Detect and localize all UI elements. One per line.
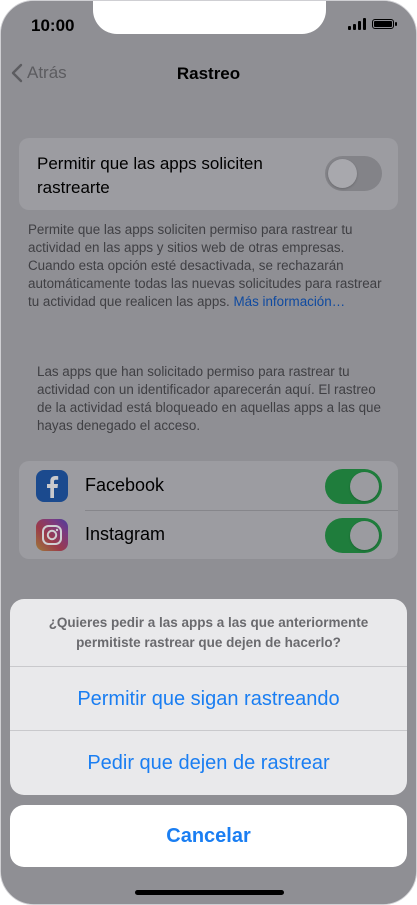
apps-description: Las apps que han solicitado permiso para… <box>37 364 381 433</box>
instagram-tracking-toggle[interactable] <box>325 518 382 553</box>
cancel-button[interactable]: Cancelar <box>10 805 407 867</box>
action-sheet: ¿Quieres pedir a las apps a las que ante… <box>10 599 407 795</box>
ask-stop-tracking-button[interactable]: Pedir que dejen de rastrear <box>10 731 407 795</box>
phone-frame: 10:00 Atrás Rastreo Permitir que las app… <box>0 0 417 905</box>
apps-list: Facebook Instagram <box>19 461 398 559</box>
allow-tracking-requests-toggle[interactable] <box>325 156 382 191</box>
toggle-knob <box>328 159 357 188</box>
action-sheet-message: ¿Quieres pedir a las apps a las que ante… <box>48 615 369 650</box>
facebook-icon <box>36 470 68 502</box>
cellular-signal-icon <box>348 18 366 30</box>
tracking-setting-card: Permitir que las apps soliciten rastrear… <box>19 138 398 210</box>
toggle-knob <box>350 521 379 550</box>
battery-icon <box>372 19 397 29</box>
list-item: Instagram <box>19 510 398 559</box>
app-name: Facebook <box>85 475 165 495</box>
toggle-knob <box>350 472 379 501</box>
home-indicator[interactable] <box>135 890 284 895</box>
status-time: 10:00 <box>31 16 75 35</box>
settings-screen: 10:00 Atrás Rastreo Permitir que las app… <box>1 1 416 904</box>
tracking-setting-label: Permitir que las apps soliciten rastrear… <box>37 154 263 197</box>
status-icons <box>348 18 397 30</box>
notch <box>93 1 326 34</box>
more-info-link[interactable]: Más información… <box>233 294 345 309</box>
page-title: Rastreo <box>176 64 241 83</box>
list-item: Facebook <box>19 461 398 511</box>
facebook-tracking-toggle[interactable] <box>325 469 382 504</box>
tracking-description: Permite que las apps soliciten permiso p… <box>28 221 392 311</box>
instagram-icon <box>36 519 68 551</box>
keep-tracking-button[interactable]: Permitir que sigan rastreando <box>10 667 407 731</box>
app-name: Instagram <box>85 524 166 544</box>
